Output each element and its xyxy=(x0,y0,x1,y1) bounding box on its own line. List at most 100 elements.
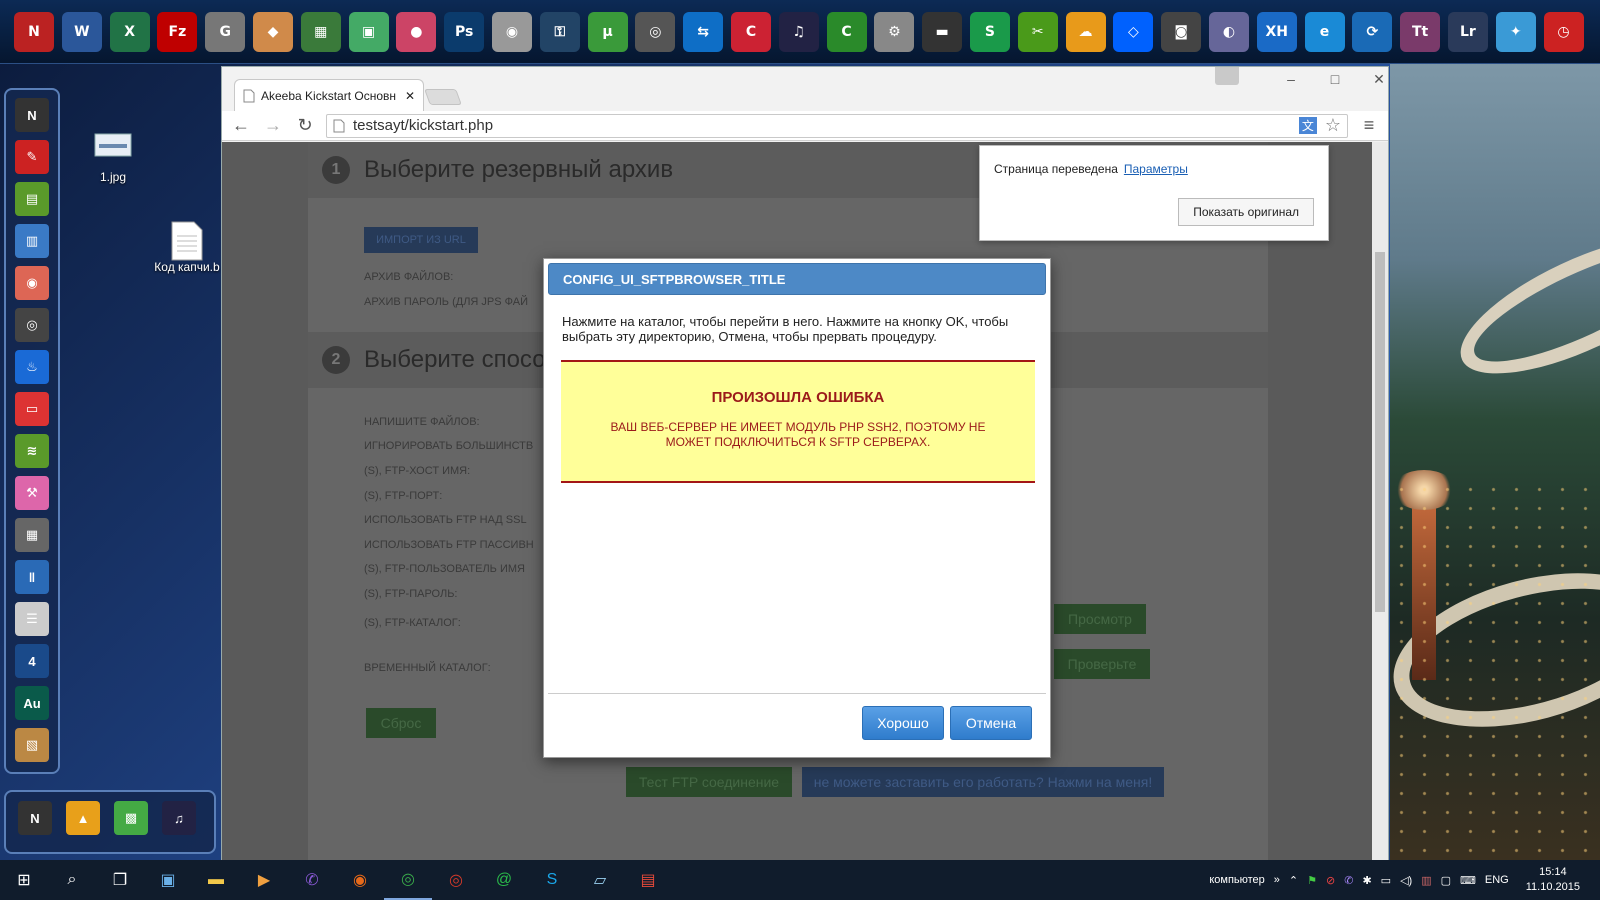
url-text[interactable]: testsayt/kickstart.php xyxy=(353,117,1291,134)
no-network-icon[interactable]: ⊘ xyxy=(1326,874,1335,887)
translate-icon[interactable]: 文 xyxy=(1298,117,1317,134)
disc-icon[interactable]: ◉ xyxy=(491,11,532,52)
media-player-icon[interactable]: ▶ xyxy=(240,860,288,900)
filezilla-icon[interactable]: Fz xyxy=(157,11,198,52)
language-indicator[interactable]: ENG xyxy=(1485,874,1509,886)
four-icon[interactable]: 4 xyxy=(15,644,49,678)
us-flag-icon[interactable]: ▥ xyxy=(1421,874,1431,887)
network-icon[interactable]: ▭ xyxy=(1381,874,1391,887)
word-icon[interactable]: W xyxy=(61,11,102,52)
globe-icon[interactable]: ◐ xyxy=(1208,11,1249,52)
reset-button[interactable]: Сброс xyxy=(366,708,436,738)
photoshop-icon[interactable]: Ps xyxy=(444,11,485,52)
tab-close-icon[interactable]: ✕ xyxy=(405,89,415,103)
ie-icon[interactable]: e xyxy=(1304,11,1345,52)
tools-icon[interactable]: ⚒ xyxy=(15,476,49,510)
picture-icon[interactable]: ▥ xyxy=(15,224,49,258)
task-view-icon[interactable]: ❐ xyxy=(96,860,144,900)
coda-icon[interactable]: C xyxy=(826,11,867,52)
search-icon[interactable]: ⌕ xyxy=(48,860,96,900)
card-icon[interactable]: ▭ xyxy=(15,392,49,426)
calc-icon[interactable]: ▦ xyxy=(300,11,341,52)
new-tab-button[interactable] xyxy=(424,89,462,105)
volume-icon[interactable]: ◁) xyxy=(1400,874,1412,887)
minimize-button[interactable]: – xyxy=(1272,71,1310,87)
keyboard-icon[interactable]: ⌨ xyxy=(1460,874,1476,887)
cancel-button[interactable]: Отмена xyxy=(950,706,1032,740)
close-button[interactable]: ✕ xyxy=(1360,71,1398,88)
excel-icon[interactable]: X xyxy=(109,11,150,52)
star-icon[interactable]: ☆ xyxy=(1325,115,1341,136)
back-icon[interactable]: ← xyxy=(230,115,252,136)
audition-icon[interactable]: Au xyxy=(15,686,49,720)
utorrent-icon[interactable]: µ xyxy=(587,11,628,52)
lock-icon[interactable]: ⚿ xyxy=(539,11,580,52)
scrollbar[interactable] xyxy=(1372,142,1388,860)
pdf-icon[interactable]: ▤ xyxy=(624,860,672,900)
headset-icon[interactable]: ♫ xyxy=(162,801,196,835)
gears-icon[interactable]: ⚙ xyxy=(874,11,915,52)
show-original-button[interactable]: Показать оригинал xyxy=(1178,198,1314,226)
color-icon[interactable]: ● xyxy=(396,11,437,52)
xh-icon[interactable]: XH xyxy=(1256,11,1297,52)
desktop-icon-image[interactable]: 1.jpg xyxy=(68,130,158,184)
monitor-icon[interactable]: ▣ xyxy=(144,860,192,900)
menu-icon[interactable]: ≡ xyxy=(1358,115,1380,136)
feather-icon[interactable]: ✎ xyxy=(15,140,49,174)
toolbar-chevron-icon[interactable]: » xyxy=(1274,874,1280,886)
test-ftp-button[interactable]: Тест FTP соединение xyxy=(626,767,792,797)
toolbar-label[interactable]: компьютер xyxy=(1209,874,1264,886)
chrome-icon-2[interactable]: ◎ xyxy=(432,860,480,900)
chrome-icon[interactable]: ◎ xyxy=(384,860,432,900)
chevron-up-icon[interactable]: ⌃ xyxy=(1289,874,1298,887)
clock[interactable]: 15:14 11.10.2015 xyxy=(1526,865,1580,895)
equalizer-icon[interactable]: ‖ xyxy=(15,560,49,594)
webcam-icon[interactable]: ◎ xyxy=(635,11,676,52)
help-button[interactable]: не можете заставить его работать? Нажми … xyxy=(802,767,1164,797)
browse-button[interactable]: Просмотр xyxy=(1054,604,1146,634)
headphones-icon[interactable]: ♫ xyxy=(778,11,819,52)
teamviewer-icon[interactable]: ⇆ xyxy=(683,11,724,52)
eye2-icon[interactable]: ◎ xyxy=(15,308,49,342)
cube-icon[interactable]: ▩ xyxy=(114,801,148,835)
nexus-icon[interactable]: N xyxy=(18,801,52,835)
flag-icon[interactable]: ⚑ xyxy=(1307,874,1317,887)
mail-agent-icon[interactable]: @ xyxy=(480,860,528,900)
photo-icon[interactable]: ▣ xyxy=(348,11,389,52)
profile-icon[interactable] xyxy=(1215,67,1239,85)
firefox-icon[interactable]: ◉ xyxy=(336,860,384,900)
wifi-icon[interactable]: ≋ xyxy=(15,434,49,468)
bluetooth-icon[interactable]: ✱ xyxy=(1362,874,1371,887)
dropbox-icon[interactable]: ◇ xyxy=(1113,11,1154,52)
slides-icon[interactable]: ▧ xyxy=(15,728,49,762)
ok-button[interactable]: Хорошо xyxy=(862,706,944,740)
chart-icon[interactable]: ▤ xyxy=(15,182,49,216)
camera-icon[interactable]: ◙ xyxy=(1161,11,1202,52)
lightroom-icon[interactable]: Lr xyxy=(1447,11,1488,52)
notes-icon[interactable]: ☰ xyxy=(15,602,49,636)
start-icon[interactable]: ⊞ xyxy=(0,860,48,900)
bird-icon[interactable]: ✦ xyxy=(1495,11,1536,52)
skype-s-icon[interactable]: S xyxy=(969,11,1010,52)
grey-icon[interactable]: G xyxy=(205,11,246,52)
forward-icon[interactable]: → xyxy=(262,115,284,136)
desktop-icon-textfile[interactable]: Код капчи.b xyxy=(142,220,232,274)
address-bar[interactable]: testsayt/kickstart.php 文 ☆ xyxy=(326,113,1348,138)
nexus-icon[interactable]: N xyxy=(15,98,49,132)
viber-tray-icon[interactable]: ✆ xyxy=(1344,874,1353,887)
flame-icon[interactable]: ♨ xyxy=(15,350,49,384)
triangle-icon[interactable]: ▲ xyxy=(66,801,100,835)
nexus-icon[interactable]: N xyxy=(14,11,54,52)
translate-settings-link[interactable]: Параметры xyxy=(1124,162,1188,176)
reload-icon[interactable]: ↻ xyxy=(294,115,316,136)
mp3cut-icon[interactable]: ✂ xyxy=(1017,11,1058,52)
file-explorer-icon[interactable]: ▬ xyxy=(192,860,240,900)
server-icon[interactable]: ▦ xyxy=(15,518,49,552)
tt-icon[interactable]: Tt xyxy=(1400,11,1441,52)
tab-akeeba[interactable]: Akeeba Kickstart Основн ✕ xyxy=(234,79,424,111)
notepad-icon[interactable]: ▱ xyxy=(576,860,624,900)
clock-icon[interactable]: ◷ xyxy=(1543,11,1584,52)
viber-icon[interactable]: ✆ xyxy=(288,860,336,900)
eye-icon[interactable]: ◉ xyxy=(15,266,49,300)
notification-icon[interactable]: ▢ xyxy=(1441,874,1451,887)
